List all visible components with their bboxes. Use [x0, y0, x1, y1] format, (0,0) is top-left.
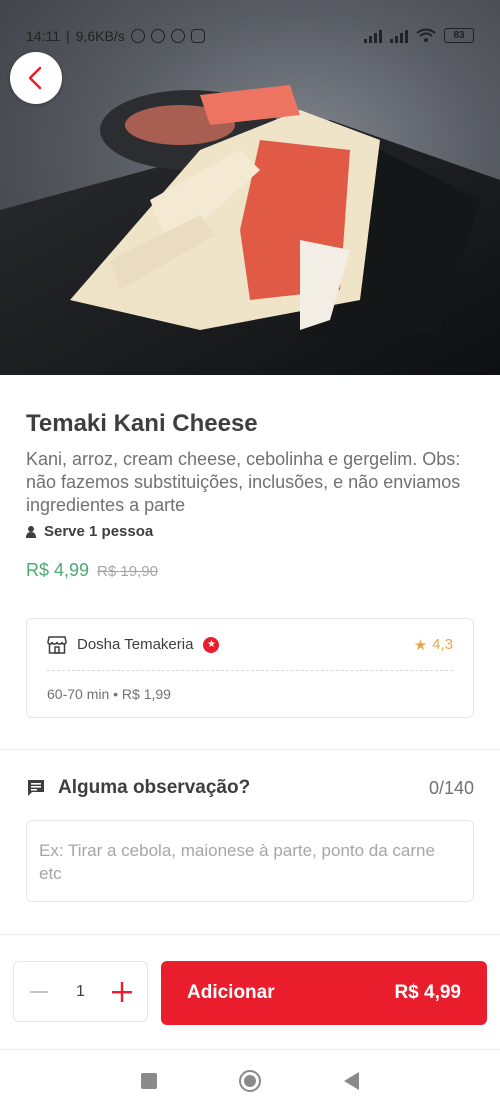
status-time: 14:11: [26, 27, 60, 44]
signal-icon: [390, 29, 408, 43]
star-icon: ★: [413, 636, 428, 654]
current-price: R$ 4,99: [26, 560, 90, 580]
observation-input[interactable]: [26, 820, 474, 902]
comment-icon: [28, 780, 44, 796]
chevron-left-icon: [28, 66, 42, 90]
battery-icon: 83: [444, 28, 474, 43]
observation-header: Alguma observação? 0/140: [26, 777, 474, 799]
product-description: Kani, arroz, cream cheese, cebolinha e g…: [26, 449, 461, 515]
section-divider: [0, 934, 500, 935]
serves-info: Serve 1 pessoa: [26, 523, 474, 540]
product-title: Temaki Kani Cheese: [26, 410, 258, 437]
store-icon: [47, 635, 67, 654]
home-button[interactable]: [239, 1069, 262, 1092]
temaki-photo: [0, 0, 500, 375]
product-image: [0, 0, 500, 375]
wifi-icon: [416, 28, 436, 42]
price-row: R$ 4,99 R$ 19,90: [26, 560, 474, 581]
store-card[interactable]: Dosha Temakeria ★ ★ 4,3 60-70 min • R$ 1…: [26, 618, 474, 718]
whatsapp-icon: [170, 28, 185, 43]
mute-icon: [130, 28, 145, 43]
alarm-icon: [150, 28, 165, 43]
delivery-info: 60-70 min • R$ 1,99: [47, 686, 171, 702]
add-label: Adicionar: [187, 982, 275, 1003]
add-price: R$ 4,99: [394, 982, 461, 1003]
character-counter: 0/140: [428, 777, 474, 798]
increase-button[interactable]: [111, 981, 133, 1003]
rating-value: 4,3: [432, 636, 453, 653]
system-back-button[interactable]: [343, 1071, 359, 1090]
net-speed: 9,6KB/s: [75, 27, 125, 44]
status-bar: 14:11 | 9,6KB/s 83: [0, 0, 500, 54]
super-star-icon: ★: [203, 636, 220, 653]
back-button[interactable]: [10, 52, 62, 104]
product-details: Temaki Kani Cheese Kani, arroz, cream ch…: [26, 408, 474, 581]
section-divider: [0, 749, 500, 750]
instagram-icon: [190, 28, 205, 43]
user-icon: [26, 525, 36, 538]
minus-icon: [30, 990, 48, 993]
store-name: Dosha Temakeria: [77, 636, 194, 653]
quantity-value: 1: [76, 982, 85, 1000]
recents-button[interactable]: [141, 1072, 158, 1089]
signal-icon: [364, 29, 382, 43]
observation-label: Alguma observação?: [58, 777, 251, 798]
original-price: R$ 19,90: [97, 563, 158, 580]
store-rating: ★ 4,3: [414, 636, 453, 654]
quantity-stepper: 1: [13, 961, 148, 1022]
serves-label: Serve 1 pessoa: [44, 523, 154, 540]
plus-icon: [112, 981, 132, 1002]
add-to-cart-button[interactable]: Adicionar R$ 4,99: [161, 961, 487, 1025]
system-nav-bar: [0, 1050, 500, 1111]
decrease-button[interactable]: [28, 981, 50, 1003]
